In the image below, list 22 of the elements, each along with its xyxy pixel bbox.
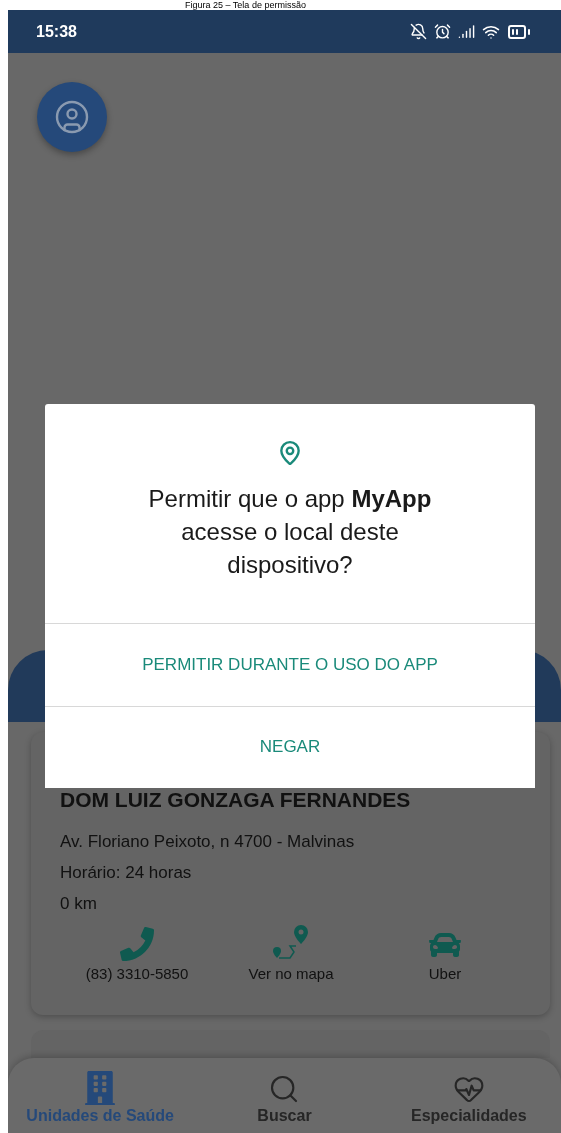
unit-address: Av. Floriano Peixoto, n 4700 - Malvinas	[60, 831, 356, 853]
action-link[interactable]: Uber	[428, 965, 462, 982]
dialog-button[interactable]: NEGAR	[45, 705, 535, 788]
unit-distance: 0 km	[60, 893, 98, 915]
nav-tab[interactable]: Especialidades	[376, 1058, 561, 1133]
action-link[interactable]: (83) 3310-5850	[85, 965, 189, 982]
nav-tab[interactable]: Unidades de Saúde	[8, 1058, 193, 1133]
user-icon	[54, 99, 90, 135]
nav-tab[interactable]: Buscar	[192, 1058, 377, 1133]
dialog-message: Permitir que o app MyApp acesse o local deste dispositivo?	[147, 484, 433, 580]
figure-caption: Figura 25 – Tela de permissão	[184, 0, 307, 10]
unit-name: DOM LUIZ GONZAGA FERNANDES	[60, 788, 412, 812]
clock-time: 15:38	[36, 22, 77, 41]
bell-off-icon	[410, 23, 427, 40]
location-pin-icon	[277, 440, 303, 466]
alarm-icon	[434, 23, 451, 40]
route-icon	[271, 923, 311, 961]
signal-icon	[458, 23, 475, 40]
action-link[interactable]: Ver no mapa	[248, 965, 334, 982]
buildings-icon	[83, 1071, 118, 1105]
profile-button[interactable]	[37, 82, 107, 152]
unit-hours: Horário: 24 horas	[60, 862, 193, 884]
